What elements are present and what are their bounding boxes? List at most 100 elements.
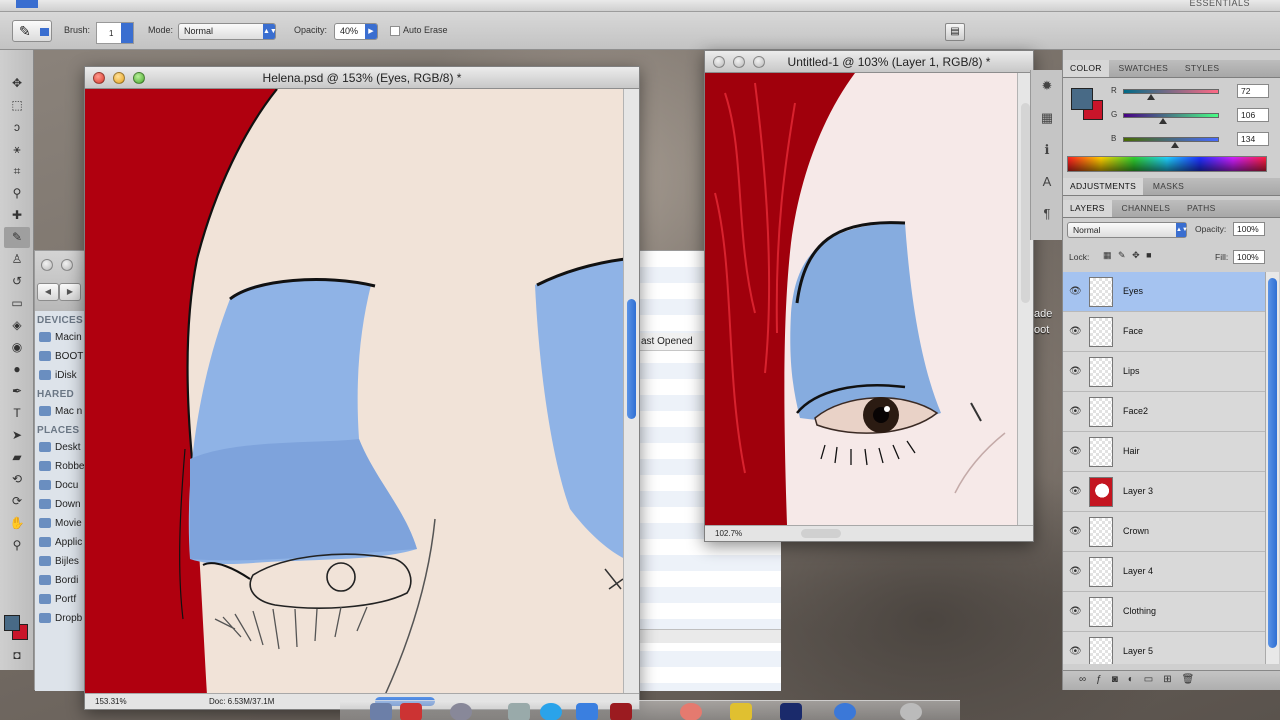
lock-all-icon[interactable]: ■ — [1146, 250, 1153, 260]
mode-select[interactable]: Normal ▲▼ — [178, 23, 277, 40]
finder-sidebar-item[interactable]: Bijles — [35, 552, 87, 571]
auto-erase-checkbox[interactable] — [390, 26, 400, 36]
cloud-icon[interactable] — [900, 703, 922, 720]
app-button[interactable] — [16, 0, 38, 8]
marquee-tool-icon[interactable]: ⬚ — [4, 95, 30, 116]
tab-styles[interactable]: STYLES — [1178, 60, 1226, 77]
close-button[interactable] — [41, 259, 53, 271]
opacity-field[interactable]: 40% ▶ — [334, 23, 378, 40]
blend-mode-select[interactable]: Normal ▲▼ — [1067, 222, 1188, 238]
tab-color[interactable]: COLOR — [1063, 60, 1109, 77]
layer-name[interactable]: Face — [1123, 326, 1143, 336]
layer-name[interactable]: Layer 5 — [1123, 646, 1153, 656]
green-track[interactable] — [1123, 113, 1219, 118]
g-value[interactable]: 106 — [1237, 108, 1269, 122]
layer-row[interactable]: 👁 Lips — [1063, 352, 1265, 392]
b-value[interactable]: 134 — [1237, 132, 1269, 146]
lock-position-icon[interactable]: ✥ — [1132, 250, 1142, 260]
clone-stamp-tool-icon[interactable]: ♙ — [4, 249, 30, 270]
scroll-thumb[interactable] — [1021, 103, 1030, 303]
layer-name[interactable]: Clothing — [1123, 606, 1156, 616]
layer-row[interactable]: 👁 Layer 3 — [1063, 472, 1265, 512]
layer-row[interactable]: 👁 Hair — [1063, 432, 1265, 472]
layer-name[interactable]: Layer 4 — [1123, 566, 1153, 576]
layer-row[interactable]: 👁 Clothing — [1063, 592, 1265, 632]
finder-sidebar-item[interactable]: Mac n — [35, 402, 87, 421]
itunes-icon[interactable] — [834, 703, 856, 720]
paint-bucket-tool-icon[interactable]: ◈ — [4, 315, 30, 336]
pencil-tool-icon[interactable]: ✎ — [4, 227, 30, 248]
quick-mask-icon[interactable]: ◘ — [4, 645, 30, 666]
red-knob[interactable] — [1147, 94, 1155, 100]
layer-style-icon[interactable]: ƒ — [1096, 674, 1112, 685]
eraser-tool-icon[interactable]: ▭ — [4, 293, 30, 314]
tab-adjustments[interactable]: ADJUSTMENTS — [1063, 178, 1144, 195]
layer-opacity-value[interactable]: 100% — [1233, 222, 1265, 236]
layer-name[interactable]: Face2 — [1123, 406, 1148, 416]
tab-channels[interactable]: CHANNELS — [1115, 200, 1178, 217]
workspace-switcher[interactable]: ESSENTIALS — [1189, 0, 1250, 8]
red-slider[interactable]: R 72 — [1111, 84, 1280, 100]
blue-slider[interactable]: B 134 — [1111, 132, 1280, 148]
finder-sidebar-item[interactable]: Portf — [35, 590, 87, 609]
lock-pixels-icon[interactable]: ✎ — [1118, 250, 1128, 260]
zoom-level[interactable]: 153.31% — [95, 694, 127, 709]
path-selection-tool-icon[interactable]: ➤ — [4, 425, 30, 446]
finder-sidebar-item[interactable]: Down — [35, 495, 87, 514]
dodge-tool-icon[interactable]: ● — [4, 359, 30, 380]
layer-row[interactable]: 👁 Face2 — [1063, 392, 1265, 432]
3d-rotate-tool-icon[interactable]: ⟲ — [4, 469, 30, 490]
blue-knob[interactable] — [1171, 142, 1179, 148]
browser-icon[interactable] — [680, 703, 702, 720]
lock-options[interactable]: ▦ ✎ ✥ ■ — [1103, 250, 1154, 261]
visibility-eye-icon[interactable]: 👁 — [1069, 366, 1082, 378]
zoom-level[interactable]: 102.7% — [715, 526, 742, 541]
layer-name[interactable]: Hair — [1123, 446, 1140, 456]
visibility-eye-icon[interactable]: 👁 — [1069, 606, 1082, 618]
forward-button[interactable]: ▶ — [59, 283, 81, 301]
visibility-eye-icon[interactable]: 👁 — [1069, 486, 1082, 498]
eyedropper-tool-icon[interactable]: ⚲ — [4, 183, 30, 204]
lasso-tool-icon[interactable]: ↄ — [4, 117, 30, 138]
fill-value[interactable]: 100% — [1233, 250, 1265, 264]
brush-panel-toggle-button[interactable]: ▤ — [945, 23, 965, 41]
layer-name[interactable]: Eyes — [1123, 286, 1143, 296]
layer-name[interactable]: Crown — [1123, 526, 1149, 536]
visibility-eye-icon[interactable]: 👁 — [1069, 566, 1082, 578]
tab-swatches[interactable]: SWATCHES — [1112, 60, 1176, 77]
layer-name[interactable]: Lips — [1123, 366, 1140, 376]
document-size-info[interactable]: Doc: 6.53M/37.1M — [209, 694, 274, 709]
horizontal-scroll-thumb[interactable] — [801, 529, 841, 538]
finder-horizontal-scrollbar[interactable] — [639, 629, 781, 643]
layers-scrollbar[interactable] — [1265, 272, 1279, 664]
layer-name[interactable]: Layer 3 — [1123, 486, 1153, 496]
shape-tool-icon[interactable]: ▰ — [4, 447, 30, 468]
tab-paths[interactable]: PATHS — [1180, 200, 1223, 217]
adjustment-layer-icon[interactable]: ◐ — [1128, 674, 1144, 685]
layer-row[interactable]: 👁 Eyes — [1063, 272, 1265, 312]
game-icon[interactable] — [610, 703, 632, 720]
hand-tool-icon[interactable]: ✋ — [4, 513, 30, 534]
scroll-thumb[interactable] — [627, 299, 636, 419]
document-canvas[interactable] — [85, 89, 625, 695]
finder-sidebar-item[interactable]: Deskt — [35, 438, 87, 457]
finder-sidebar-item[interactable]: Applic — [35, 533, 87, 552]
brush-picker[interactable]: 1 — [96, 22, 134, 44]
layer-row[interactable]: 👁 Crown — [1063, 512, 1265, 552]
finder-sidebar-item[interactable]: BOOT — [35, 347, 87, 366]
skype-icon[interactable] — [540, 703, 562, 720]
info-icon[interactable]: ℹ — [1035, 138, 1059, 162]
finder-sidebar-item[interactable]: Docu — [35, 476, 87, 495]
finder-sidebar-item[interactable]: iDisk — [35, 366, 87, 385]
tab-masks[interactable]: MASKS — [1146, 178, 1191, 195]
lock-transparency-icon[interactable]: ▦ — [1103, 250, 1114, 260]
brushes-icon[interactable]: ✹ — [1035, 74, 1059, 98]
visibility-eye-icon[interactable]: 👁 — [1069, 646, 1082, 658]
tab-layers[interactable]: LAYERS — [1063, 200, 1112, 217]
layer-row[interactable]: 👁 Face — [1063, 312, 1265, 352]
visibility-eye-icon[interactable]: 👁 — [1069, 446, 1082, 458]
minimize-button[interactable] — [61, 259, 73, 271]
green-knob[interactable] — [1159, 118, 1167, 124]
layer-row[interactable]: 👁 Layer 4 — [1063, 552, 1265, 592]
magic-wand-tool-icon[interactable]: ⚹ — [4, 139, 30, 160]
